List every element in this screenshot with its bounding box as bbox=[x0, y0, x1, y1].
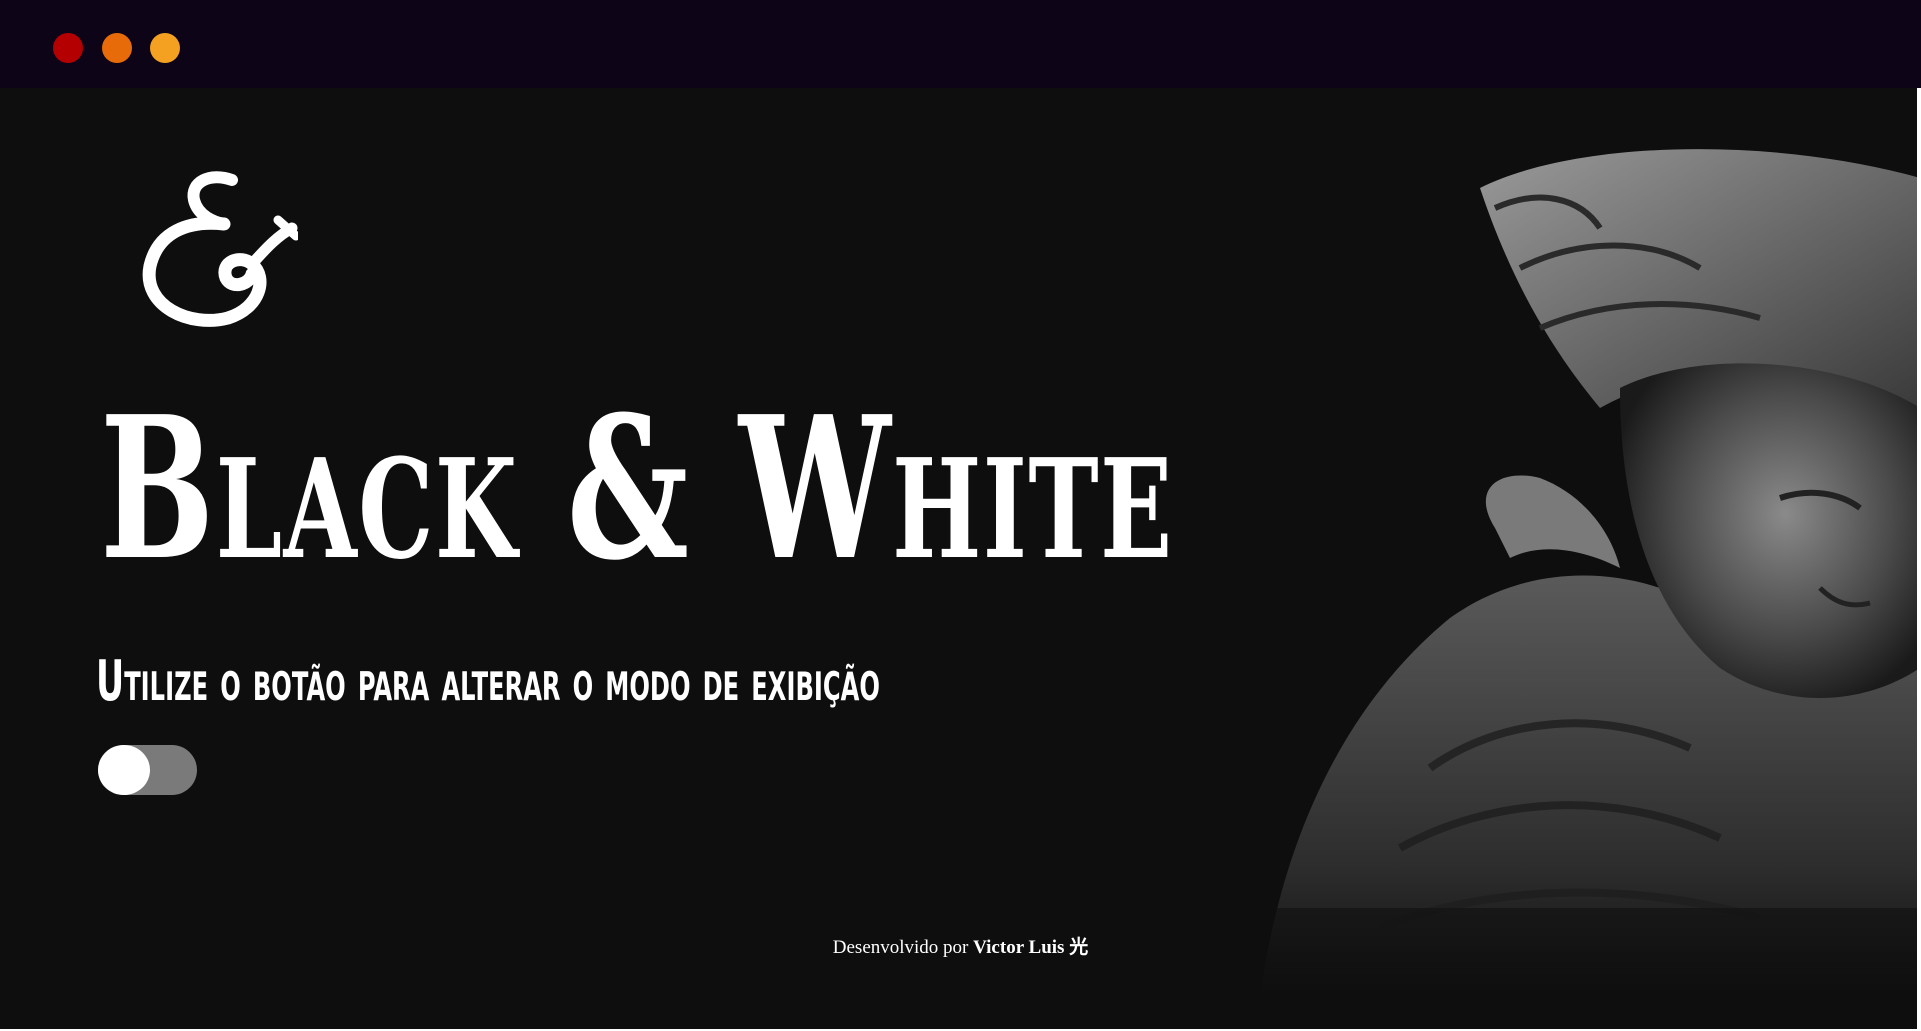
statue-bust-image bbox=[1220, 149, 1920, 998]
window-close-button[interactable] bbox=[53, 33, 83, 63]
window-maximize-button[interactable] bbox=[150, 33, 180, 63]
display-mode-toggle[interactable] bbox=[98, 745, 197, 795]
page-subtitle: Utilize o botão para alterar o modo de e… bbox=[96, 649, 880, 714]
ampersand-icon bbox=[142, 171, 298, 327]
window-title-bar bbox=[0, 0, 1921, 88]
window-minimize-button[interactable] bbox=[102, 33, 132, 63]
page-content: Black & White Utilize o botão para alter… bbox=[0, 88, 1921, 1031]
footer-glyph: 光 bbox=[1069, 937, 1089, 958]
footer-credit: Desenvolvido por Victor Luis 光 bbox=[0, 932, 1921, 959]
page-title: Black & White bbox=[100, 374, 1174, 604]
right-edge bbox=[1917, 88, 1921, 1031]
footer-author: Victor Luis bbox=[973, 937, 1065, 958]
footer-prefix: Desenvolvido por bbox=[832, 937, 974, 958]
toggle-knob[interactable] bbox=[98, 745, 150, 795]
